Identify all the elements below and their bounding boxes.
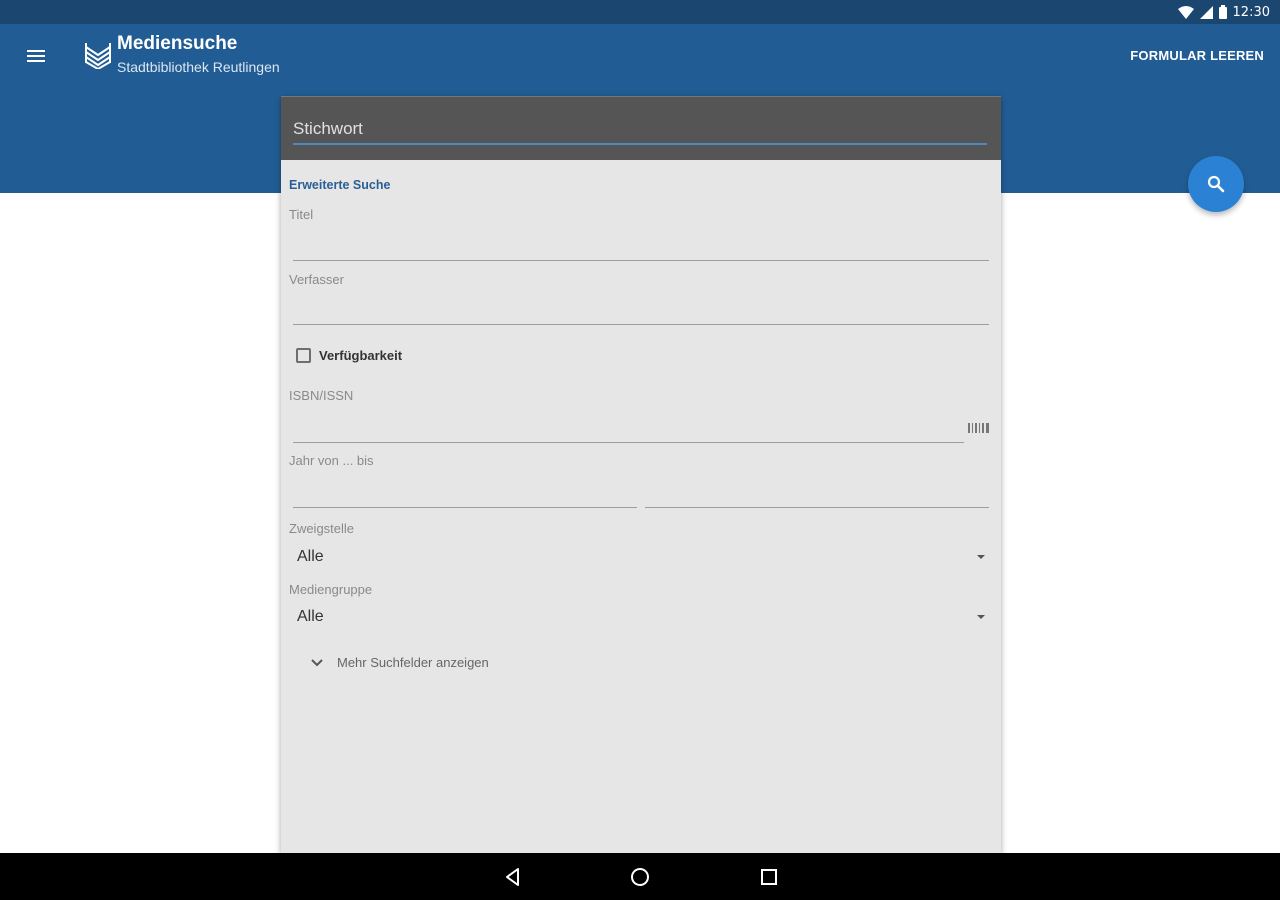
clear-form-button[interactable]: FORMULAR LEEREN xyxy=(1130,48,1264,63)
hamburger-menu-icon[interactable] xyxy=(22,44,50,68)
status-icons: 12:30 xyxy=(1177,4,1270,20)
back-icon[interactable] xyxy=(501,865,525,889)
app-subtitle: Stadtbibliothek Reutlingen xyxy=(117,59,280,75)
more-fields-toggle[interactable]: Mehr Suchfelder anzeigen xyxy=(311,655,489,670)
recents-icon[interactable] xyxy=(757,865,781,889)
navigation-bar xyxy=(0,853,1280,900)
battery-icon xyxy=(1218,5,1227,19)
availability-label: Verfügbarkeit xyxy=(319,348,403,363)
keyword-input[interactable] xyxy=(291,115,991,143)
availability-checkbox-row[interactable]: Verfügbarkeit xyxy=(296,348,402,363)
search-icon xyxy=(1207,175,1225,193)
more-fields-label: Mehr Suchfelder anzeigen xyxy=(337,655,489,670)
search-form-card: Erweiterte Suche Titel Verfasser Verfügb… xyxy=(281,96,1001,853)
search-fab-button[interactable] xyxy=(1188,156,1244,212)
dropdown-arrow-icon xyxy=(977,555,985,559)
year-from-field[interactable] xyxy=(293,481,637,508)
media-group-select[interactable]: Alle xyxy=(293,603,989,631)
chevron-down-icon xyxy=(311,658,323,666)
keyword-bar xyxy=(281,96,1001,160)
advanced-search-heading: Erweiterte Suche xyxy=(289,178,391,192)
title-label: Titel xyxy=(289,207,314,222)
isbn-label: ISBN/ISSN xyxy=(289,388,354,403)
branch-select[interactable]: Alle xyxy=(293,543,989,571)
signal-icon xyxy=(1199,5,1213,19)
author-label: Verfasser xyxy=(289,272,344,287)
media-group-select-value: Alle xyxy=(297,608,324,625)
status-time: 12:30 xyxy=(1232,4,1270,20)
library-logo-icon xyxy=(84,41,112,71)
media-group-label: Mediengruppe xyxy=(289,582,373,597)
status-bar: 12:30 xyxy=(0,0,1280,24)
wifi-icon xyxy=(1177,5,1194,19)
isbn-field[interactable] xyxy=(293,416,964,443)
keyword-underline xyxy=(293,143,987,145)
barcode-icon[interactable] xyxy=(967,421,991,435)
title-field[interactable] xyxy=(293,234,989,261)
availability-checkbox[interactable] xyxy=(296,348,311,363)
dropdown-arrow-icon xyxy=(977,615,985,619)
home-icon[interactable] xyxy=(628,865,652,889)
year-to-field[interactable] xyxy=(645,481,989,508)
branch-label: Zweigstelle xyxy=(289,521,355,536)
branch-select-value: Alle xyxy=(297,548,324,565)
year-label: Jahr von ... bis xyxy=(289,453,374,468)
app-title: Mediensuche xyxy=(117,33,238,54)
author-field[interactable] xyxy=(293,298,989,325)
